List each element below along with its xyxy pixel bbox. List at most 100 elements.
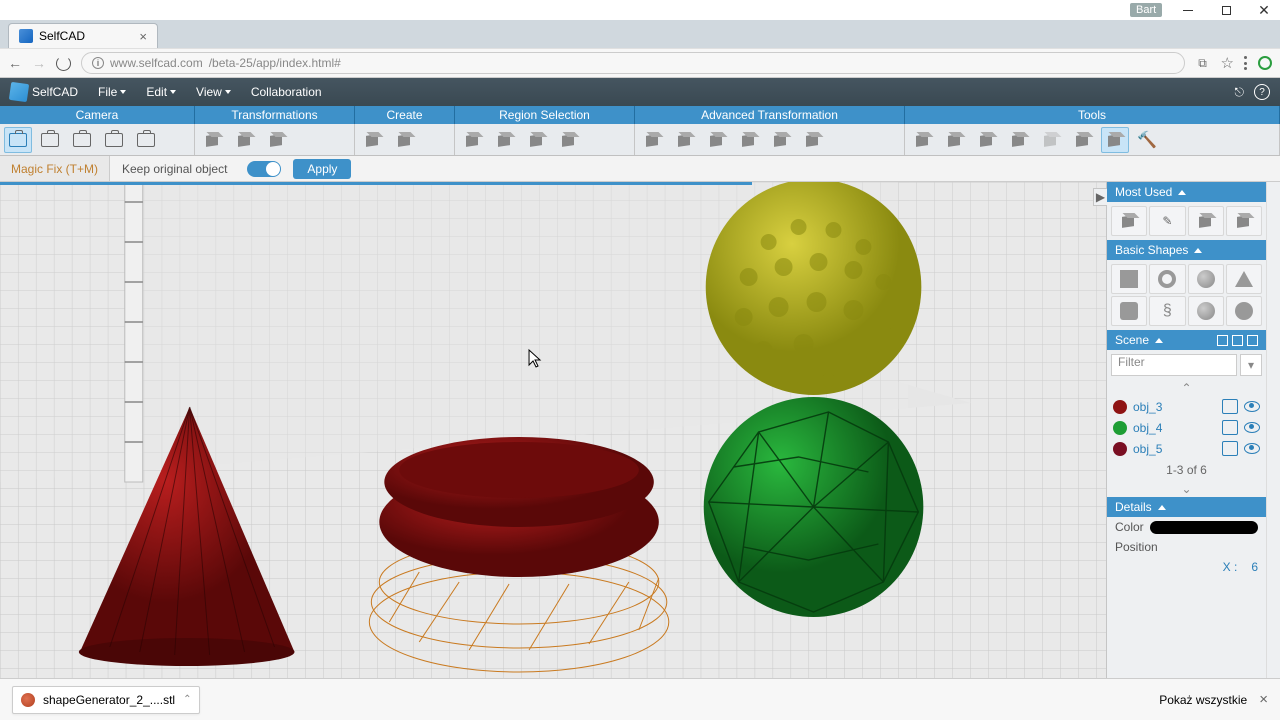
tool-fillet-icon[interactable] — [1037, 127, 1065, 153]
close-tab-button[interactable]: × — [139, 29, 147, 44]
shape-cube-icon[interactable] — [1111, 264, 1147, 294]
region-face-icon[interactable] — [459, 127, 487, 153]
logout-icon[interactable]: ⎋ — [1225, 78, 1255, 106]
shape-cone-icon[interactable] — [1226, 264, 1262, 294]
camera-download-icon[interactable] — [68, 127, 96, 153]
object-label: obj_4 — [1133, 421, 1216, 435]
download-menu-icon[interactable]: ⌃ — [183, 694, 191, 705]
extension-icon[interactable] — [1258, 56, 1272, 70]
close-window-button[interactable]: ✕ — [1252, 0, 1276, 20]
shape-ball-icon[interactable] — [1188, 296, 1224, 326]
object-color-swatch — [1113, 442, 1127, 456]
camera-360-icon[interactable] — [4, 127, 32, 153]
region-edge-icon[interactable] — [491, 127, 519, 153]
address-bar[interactable]: i www.selfcad.com/beta-25/app/index.html… — [81, 52, 1185, 74]
tool-magicfix-icon[interactable] — [1101, 127, 1129, 153]
mostused-cube-icon[interactable] — [1111, 206, 1147, 236]
tool-subtract-icon[interactable] — [941, 127, 969, 153]
camera-capture-icon[interactable] — [100, 127, 128, 153]
show-all-downloads[interactable]: Pokaż wszystkie — [1159, 693, 1247, 707]
panel-header-mostused[interactable]: Most Used — [1107, 182, 1266, 202]
scene-scroll-up[interactable]: ⌃ — [1107, 380, 1266, 396]
scene-view-grid-icon[interactable] — [1232, 335, 1243, 346]
3d-viewport[interactable] — [0, 182, 1106, 678]
scene-view-cards-icon[interactable] — [1247, 335, 1258, 346]
taper-icon[interactable] — [799, 127, 827, 153]
mirror-icon[interactable] — [703, 127, 731, 153]
position-x-value[interactable]: 6 — [1251, 560, 1258, 574]
skew-icon[interactable] — [767, 127, 795, 153]
tab-title: SelfCAD — [39, 29, 85, 43]
menu-edit[interactable]: Edit — [136, 78, 186, 106]
shape-capsule-icon[interactable] — [1226, 296, 1262, 326]
object-visibility-icon[interactable] — [1244, 401, 1260, 412]
detail-color-label: Color — [1115, 520, 1144, 534]
scene-pager: 1-3 of 6 — [1107, 459, 1266, 481]
tool-slice-icon[interactable] — [1069, 127, 1097, 153]
maximize-button[interactable] — [1214, 0, 1238, 20]
move-icon[interactable] — [199, 127, 227, 153]
browser-tab[interactable]: SelfCAD × — [8, 23, 158, 48]
object-select-icon[interactable] — [1222, 399, 1238, 414]
collapse-panel-button[interactable]: ▶ — [1093, 188, 1107, 206]
shape-sphere-icon[interactable] — [1188, 264, 1224, 294]
help-icon[interactable]: ? — [1254, 84, 1270, 100]
panel-header-scene[interactable]: Scene — [1107, 330, 1266, 350]
scene-filter-input[interactable]: Filter — [1111, 354, 1237, 376]
tool-boolean-icon[interactable] — [1005, 127, 1033, 153]
create-extrude-icon[interactable] — [391, 127, 419, 153]
flatten-icon[interactable] — [639, 127, 667, 153]
menu-view[interactable]: View — [186, 78, 241, 106]
ribbon-label-tools: Tools — [905, 106, 1280, 124]
scene-object-row[interactable]: obj_3 — [1107, 396, 1266, 417]
minimize-button[interactable] — [1176, 0, 1200, 20]
browser-menu-button[interactable] — [1244, 56, 1248, 70]
reflect-icon[interactable] — [735, 127, 763, 153]
menu-collaboration[interactable]: Collaboration — [241, 78, 332, 106]
tool-combine-icon[interactable] — [909, 127, 937, 153]
download-chip[interactable]: shapeGenerator_2_....stl ⌃ — [12, 686, 200, 714]
shape-spiral-icon[interactable]: § — [1149, 296, 1185, 326]
scale-icon[interactable] — [263, 127, 291, 153]
object-visibility-icon[interactable] — [1244, 422, 1260, 433]
scene-object-row[interactable]: obj_4 — [1107, 417, 1266, 438]
back-button[interactable]: ← — [8, 55, 22, 71]
camera-front-icon[interactable] — [36, 127, 64, 153]
object-select-icon[interactable] — [1222, 420, 1238, 435]
position-x-label: X : — [1223, 560, 1238, 574]
side-scrollbar[interactable] — [1266, 182, 1280, 678]
close-download-bar[interactable]: × — [1259, 691, 1268, 708]
reload-button[interactable] — [56, 56, 71, 71]
mostused-brush-icon[interactable]: ✎ — [1149, 206, 1185, 236]
scene-filter-button[interactable]: ▾ — [1240, 354, 1262, 376]
scene-object-row[interactable]: obj_5 — [1107, 438, 1266, 459]
menu-file[interactable]: File — [88, 78, 136, 106]
scene-view-list-icon[interactable] — [1217, 335, 1228, 346]
mostused-transform-icon[interactable] — [1188, 206, 1224, 236]
detail-color-swatch[interactable] — [1150, 521, 1258, 534]
keep-original-toggle[interactable] — [247, 161, 281, 177]
panel-header-basicshapes[interactable]: Basic Shapes — [1107, 240, 1266, 260]
array-icon[interactable] — [671, 127, 699, 153]
shape-cylinder-icon[interactable] — [1111, 296, 1147, 326]
shape-torus-icon[interactable] — [1149, 264, 1185, 294]
translate-icon[interactable]: ⧉ — [1195, 55, 1211, 71]
forward-button[interactable]: → — [32, 55, 46, 71]
object-color-swatch — [1113, 421, 1127, 435]
scene-scroll-down[interactable]: ⌄ — [1107, 481, 1266, 497]
selfcad-favicon — [19, 29, 33, 43]
object-visibility-icon[interactable] — [1244, 443, 1260, 454]
ribbon-label-transformations: Transformations — [195, 106, 355, 124]
panel-header-details[interactable]: Details — [1107, 497, 1266, 517]
tool-hammer-icon[interactable]: 🔨 — [1133, 127, 1161, 153]
bookmark-icon[interactable]: ☆ — [1221, 54, 1234, 72]
apply-button[interactable]: Apply — [293, 159, 351, 179]
rotate-icon[interactable] — [231, 127, 259, 153]
create-cube-icon[interactable] — [359, 127, 387, 153]
object-select-icon[interactable] — [1222, 441, 1238, 456]
tool-intersect-icon[interactable] — [973, 127, 1001, 153]
camera-screenshot-icon[interactable] — [132, 127, 160, 153]
region-loop-icon[interactable] — [555, 127, 583, 153]
mostused-group-icon[interactable] — [1226, 206, 1262, 236]
region-vertex-icon[interactable] — [523, 127, 551, 153]
